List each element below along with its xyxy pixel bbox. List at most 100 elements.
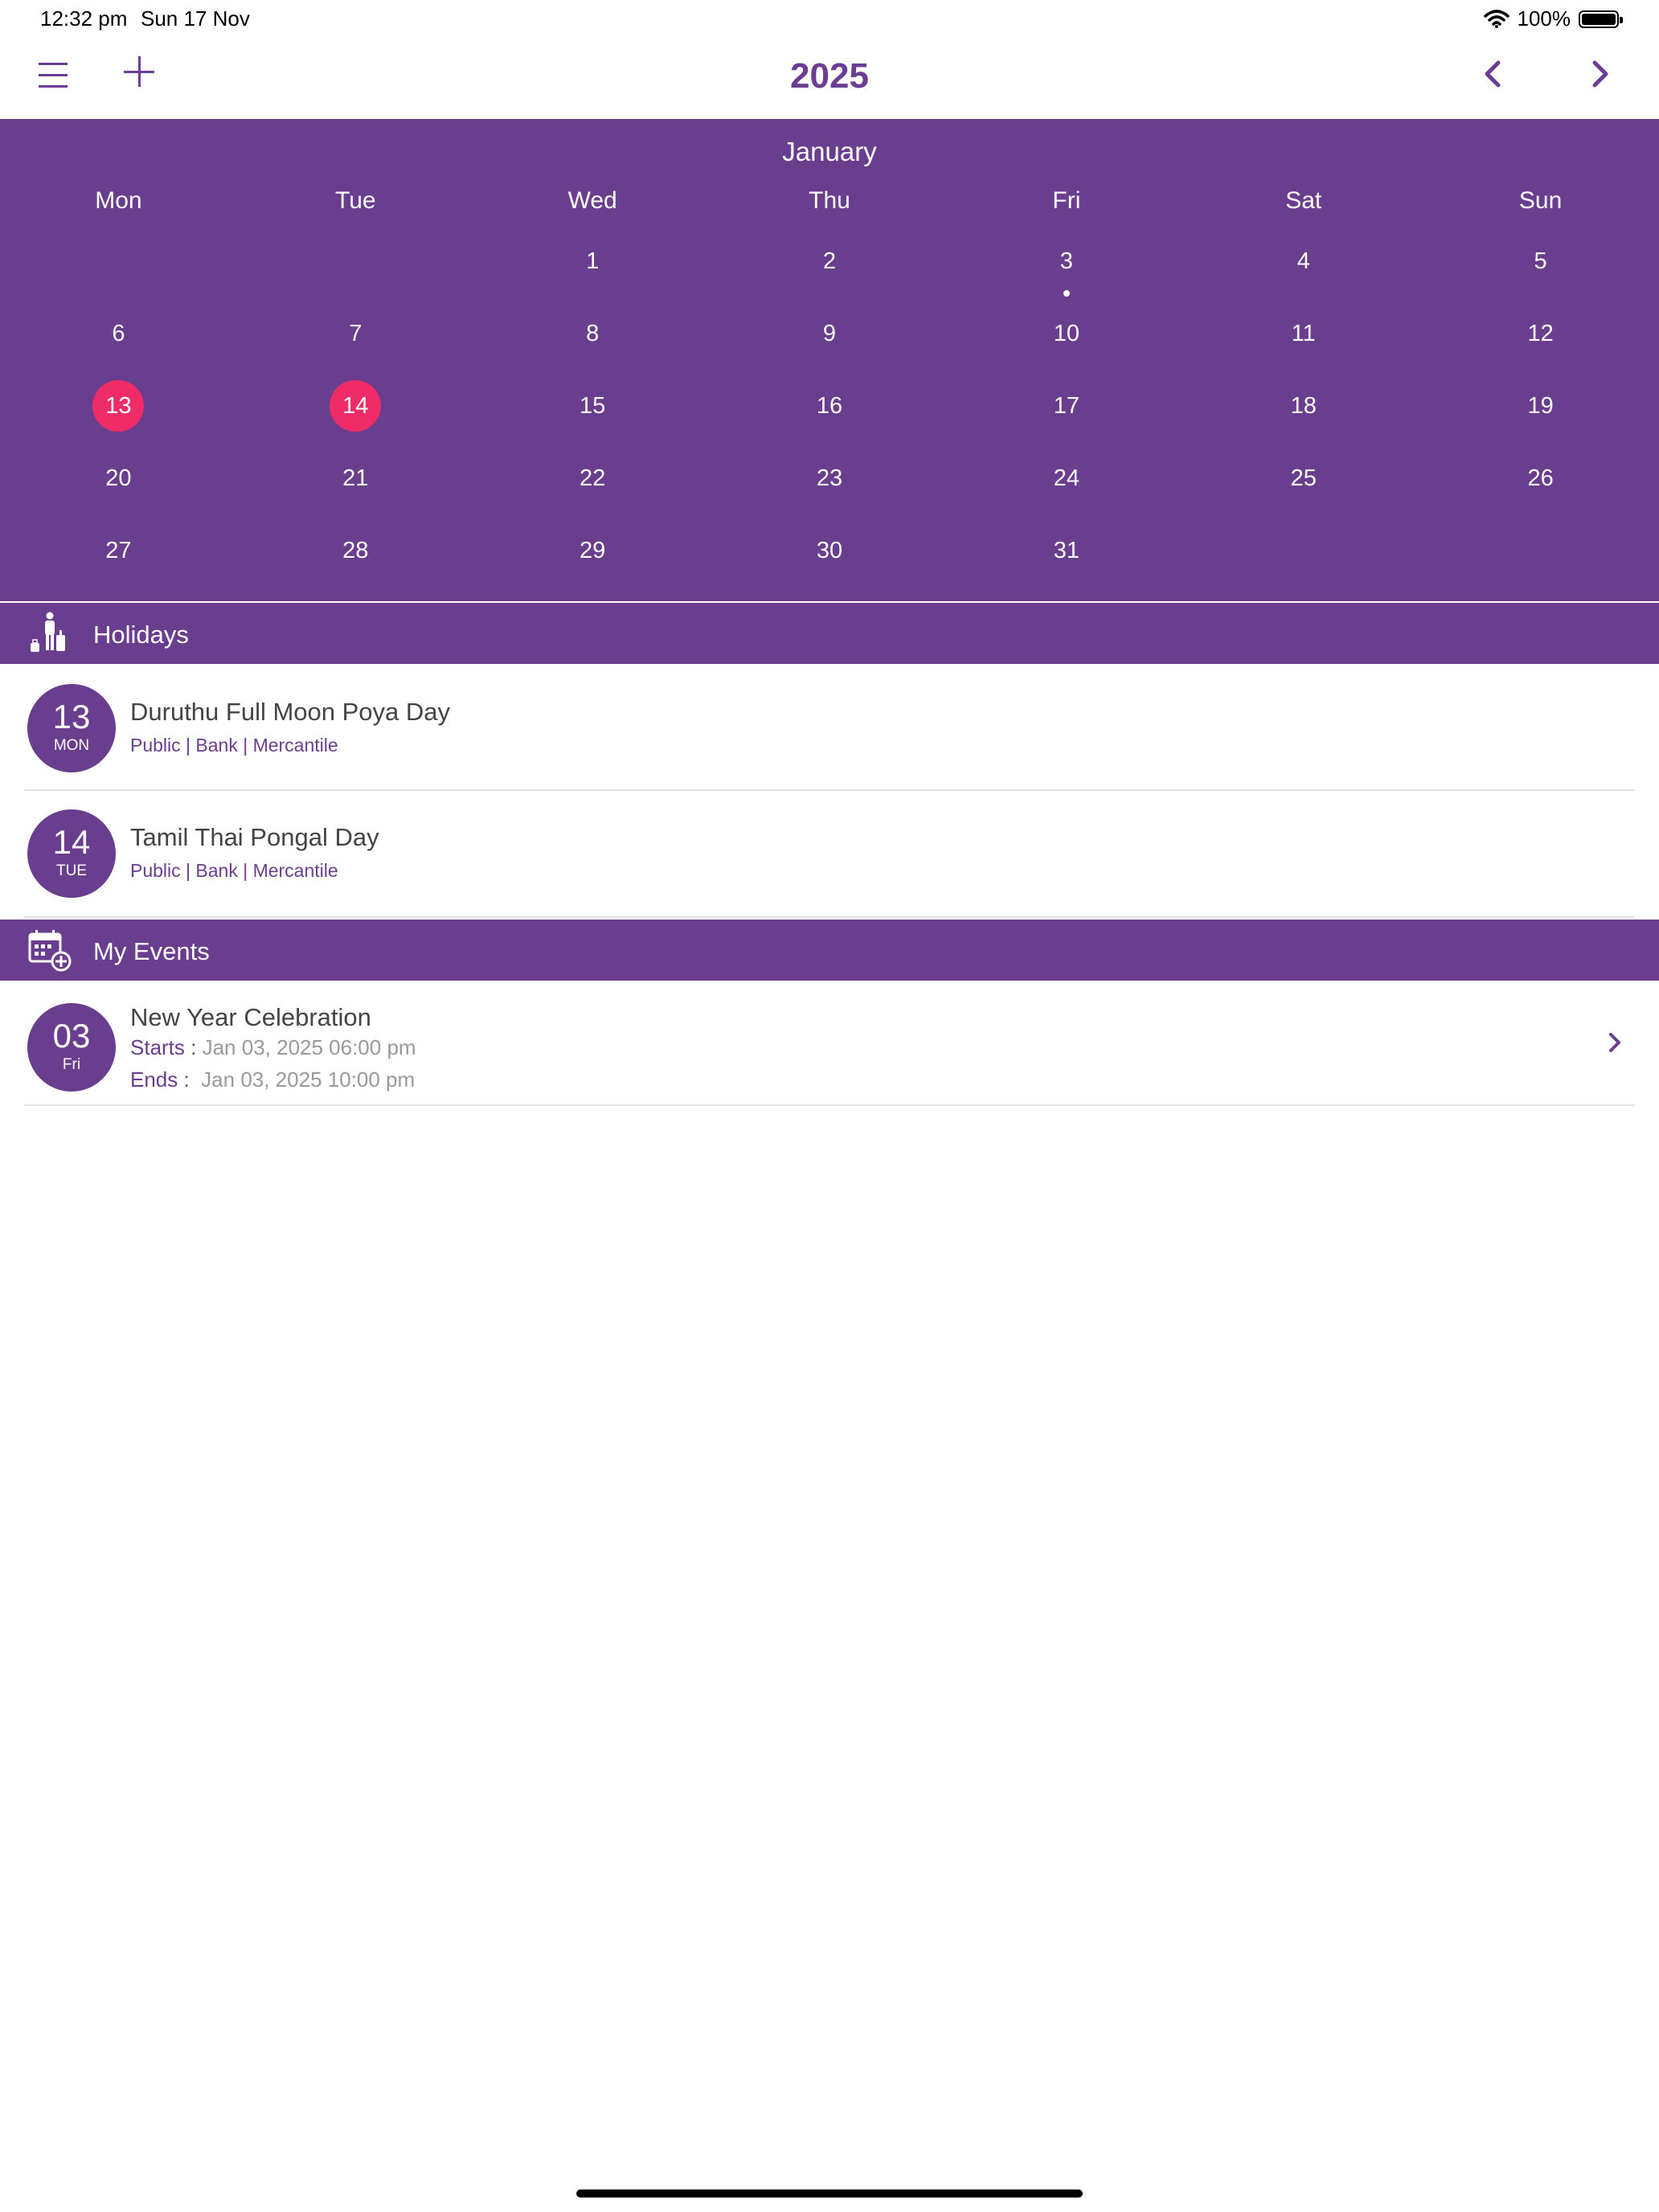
date-badge: 14 TUE xyxy=(27,809,116,898)
day-number: 11 xyxy=(1291,321,1316,346)
battery-percent: 100% xyxy=(1517,6,1571,31)
day-cell[interactable]: 16 xyxy=(711,380,948,453)
day-number: 29 xyxy=(580,538,606,563)
event-end: Ends : Jan 03, 2025 10:00 pm xyxy=(130,1067,415,1092)
badge-day: 03 xyxy=(52,1017,91,1055)
date-badge: 03 Fri xyxy=(27,1003,116,1092)
day-cell[interactable]: 6 xyxy=(0,308,237,380)
badge-weekday: MON xyxy=(53,737,90,754)
day-number: 24 xyxy=(1053,465,1079,491)
day-cell[interactable]: 17 xyxy=(948,380,1185,453)
day-cell[interactable]: 15 xyxy=(474,380,711,453)
day-number: 21 xyxy=(342,465,369,491)
day-number: 28 xyxy=(342,538,369,563)
holiday-types: Public | Bank | Mercantile xyxy=(130,860,338,881)
day-number: 15 xyxy=(580,393,606,419)
day-cell[interactable]: 28 xyxy=(237,525,474,597)
starts-value: Jan 03, 2025 06:00 pm xyxy=(202,1035,416,1059)
day-blank xyxy=(237,236,474,308)
status-time: 12:32 pm xyxy=(40,6,128,31)
day-cell[interactable]: 18 xyxy=(1185,380,1422,453)
day-cell[interactable]: 24 xyxy=(948,453,1185,525)
day-number: 7 xyxy=(349,321,363,346)
holidays-header: Holidays xyxy=(0,601,1659,664)
date-badge: 13 MON xyxy=(27,684,116,772)
day-cell[interactable]: 8 xyxy=(474,308,711,380)
chevron-right-icon[interactable] xyxy=(1603,1030,1627,1055)
my-events-label: My Events xyxy=(93,937,210,965)
traveler-luggage-icon xyxy=(31,612,65,652)
day-number: 9 xyxy=(822,321,837,346)
day-number: 10 xyxy=(1053,321,1079,346)
chevron-left-icon[interactable] xyxy=(1477,58,1509,90)
day-cell[interactable]: 23 xyxy=(711,453,948,525)
day-cell[interactable]: 31 xyxy=(948,525,1185,597)
ends-label: Ends : xyxy=(130,1067,190,1092)
day-number: 27 xyxy=(105,538,132,563)
status-bar: 12:32 pm Sun 17 Nov 100% xyxy=(0,0,1659,40)
day-number: 8 xyxy=(586,321,600,346)
day-cell[interactable]: 29 xyxy=(474,525,711,597)
status-date: Sun 17 Nov xyxy=(141,6,250,31)
event-row[interactable]: 03 Fri New Year Celebration Starts : Jan… xyxy=(24,981,1635,1106)
battery-icon xyxy=(1579,10,1623,28)
day-cell[interactable]: 9 xyxy=(711,308,948,380)
day-cell[interactable]: 11 xyxy=(1185,308,1422,380)
day-number: 30 xyxy=(816,538,843,563)
day-cell[interactable]: 1 xyxy=(474,236,711,308)
days-grid: 1 2 3 4 5 6 7 8 9 10 11 12 13 14 15 16 17 18 19 20 21 22 23 24 2… xyxy=(0,236,1659,597)
holiday-row[interactable]: 14 TUE Tamil Thai Pongal Day Public | Ba… xyxy=(24,791,1635,918)
day-number: 1 xyxy=(586,248,600,274)
day-cell[interactable]: 27 xyxy=(0,525,237,597)
day-cell[interactable]: 21 xyxy=(237,453,474,525)
day-cell[interactable]: 30 xyxy=(711,525,948,597)
event-dot xyxy=(1063,290,1070,297)
day-cell[interactable]: 4 xyxy=(1185,236,1422,308)
day-cell[interactable]: 3 xyxy=(948,236,1185,308)
holiday-row[interactable]: 13 MON Duruthu Full Moon Poya Day Public… xyxy=(24,664,1635,791)
day-cell[interactable]: 25 xyxy=(1185,453,1422,525)
day-cell[interactable]: 7 xyxy=(237,308,474,380)
holidays-label: Holidays xyxy=(93,621,189,649)
day-number: 12 xyxy=(1527,321,1554,346)
badge-day: 14 xyxy=(52,823,91,861)
month-calendar: January Mon Tue Wed Thu Fri Sat Sun 1234… xyxy=(0,119,1659,601)
day-blank xyxy=(0,236,237,308)
status-right: 100% xyxy=(1483,6,1623,31)
day-number: 19 xyxy=(1527,393,1554,419)
weekday-label: Mon xyxy=(95,187,142,214)
weekday-label: Sun xyxy=(1518,187,1563,214)
chevron-right-icon[interactable] xyxy=(1583,58,1616,90)
navigation-bar: 2025 xyxy=(0,40,1659,119)
day-cell[interactable]: 2 xyxy=(711,236,948,308)
day-number: 3 xyxy=(1059,248,1073,274)
home-indicator[interactable] xyxy=(576,2189,1083,2198)
day-number: 31 xyxy=(1053,538,1079,563)
day-cell[interactable]: 20 xyxy=(0,453,237,525)
day-number: 6 xyxy=(112,321,125,346)
holiday-types: Public | Bank | Mercantile xyxy=(130,735,338,756)
weekday-label: Thu xyxy=(809,187,850,214)
day-number: 2 xyxy=(822,248,837,274)
year-title: 2025 xyxy=(790,56,869,96)
my-events-header: My Events xyxy=(0,918,1659,981)
day-number: 23 xyxy=(816,465,843,491)
ends-value: Jan 03, 2025 10:00 pm xyxy=(201,1067,416,1092)
day-cell[interactable]: 12 xyxy=(1422,308,1659,380)
holiday-name: Duruthu Full Moon Poya Day xyxy=(130,698,451,726)
day-cell[interactable]: 19 xyxy=(1422,380,1659,453)
day-cell[interactable]: 5 xyxy=(1422,236,1659,308)
weekday-label: Fri xyxy=(1052,187,1081,214)
day-cell[interactable]: 26 xyxy=(1422,453,1659,525)
day-number: 16 xyxy=(816,393,843,419)
day-number: 14 xyxy=(330,380,382,432)
day-cell[interactable]: 22 xyxy=(474,453,711,525)
starts-label: Starts : xyxy=(130,1035,197,1059)
day-number: 17 xyxy=(1053,393,1079,419)
event-start: Starts : Jan 03, 2025 06:00 pm xyxy=(130,1035,416,1060)
day-cell[interactable]: 13 xyxy=(0,380,237,453)
day-number: 13 xyxy=(92,380,145,432)
holiday-name: Tamil Thai Pongal Day xyxy=(130,823,379,851)
day-cell[interactable]: 10 xyxy=(948,308,1185,380)
day-cell[interactable]: 14 xyxy=(237,380,474,453)
